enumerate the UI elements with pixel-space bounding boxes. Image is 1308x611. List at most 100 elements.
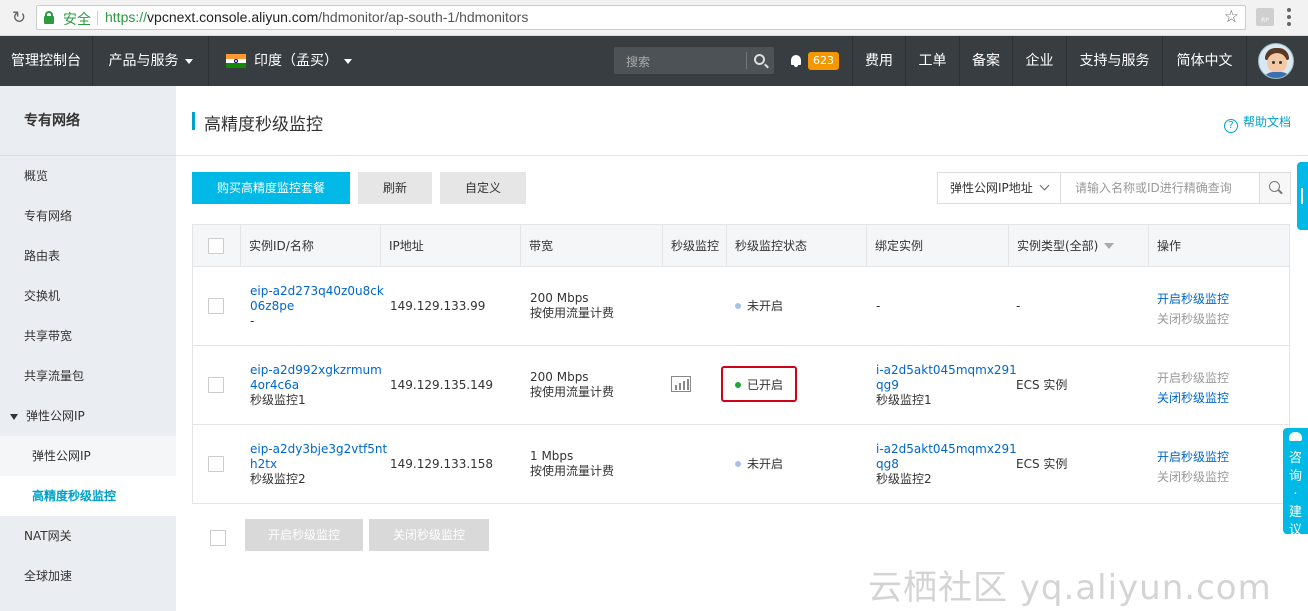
status-badge: 未开启 <box>735 457 783 472</box>
extension-icon[interactable]: RP <box>1256 8 1274 26</box>
sidebar-group-eip-label: 弹性公网IP <box>26 409 85 423</box>
customize-button[interactable]: 自定义 <box>440 172 526 204</box>
sidebar-item-eip[interactable]: 弹性公网IP <box>0 436 176 476</box>
notification-badge[interactable]: 623 <box>808 52 839 70</box>
india-flag-icon <box>226 54 246 68</box>
batch-select-checkbox[interactable] <box>210 530 226 546</box>
filter-search-input[interactable]: 请输入名称或ID进行精确查询 <box>1060 172 1260 204</box>
url-path: /hdmonitor/ap-south-1/hdmonitors <box>318 9 529 25</box>
bound-instance-link[interactable]: i-a2d5akt045mqmx291 qg8 <box>876 442 1017 472</box>
products-label: 产品与服务 <box>108 53 179 69</box>
status-text: 未开启 <box>747 457 784 471</box>
table-row: eip-a2d273q40z0u8ck 06z8pe - 149.129.133.… <box>193 267 1289 346</box>
nav-billing[interactable]: 费用 <box>852 36 906 86</box>
bell-icon[interactable] <box>790 55 802 67</box>
bound-instance: - <box>876 299 881 313</box>
search-icon <box>1269 181 1280 192</box>
actions-cell: 开启秒级监控 关闭秒级监控 <box>1157 368 1229 408</box>
header-select-cell <box>193 225 241 267</box>
disable-monitor-link: 关闭秒级监控 <box>1157 312 1230 326</box>
header-second-monitor: 秒级监控 <box>663 225 727 267</box>
bound-instance-line2: qg8 <box>876 457 899 471</box>
instance-id-cell: eip-a2d992xgkzrmum 4or4c6a 秒级监控1 <box>250 363 382 408</box>
bandwidth-cell: 1 Mbps 按使用流量计费 <box>530 449 614 479</box>
table-row: eip-a2d992xgkzrmum 4or4c6a 秒级监控1 149.129.… <box>193 346 1289 425</box>
instance-type: ECS 实例 <box>1016 378 1068 392</box>
instance-name: - <box>250 314 255 328</box>
header-instance-type-label: 实例类型(全部) <box>1017 239 1099 253</box>
monitor-table: 实例ID/名称 IP地址 带宽 秒级监控 秒级监控状态 绑定实例 实例类型(全部… <box>192 224 1290 504</box>
enable-monitor-link[interactable]: 开启秒级监控 <box>1157 447 1229 467</box>
bound-instance-line1: i-a2d5akt045mqmx291 <box>876 363 1017 377</box>
sidebar-item-overview[interactable]: 概览 <box>0 156 176 196</box>
console-home-link[interactable]: 管理控制台 <box>0 36 93 86</box>
status-badge: 未开启 <box>735 299 783 314</box>
address-bar[interactable]: 安全 https://vpcnext.console.aliyun.com/hd… <box>36 5 1246 30</box>
instance-id-link[interactable]: eip-a2d273q40z0u8ck 06z8pe <box>250 284 384 314</box>
instance-id-line2: 06z8pe <box>250 299 295 313</box>
help-docs-label: 帮助文档 <box>1243 115 1292 129</box>
nav-language[interactable]: 简体中文 <box>1163 36 1247 86</box>
reload-icon[interactable]: ↻ <box>8 7 30 29</box>
bandwidth-value: 200 Mbps <box>530 370 589 384</box>
title-accent-bar <box>192 112 195 130</box>
sidebar-item-shared-traffic[interactable]: 共享流量包 <box>0 356 176 396</box>
header-bandwidth: 带宽 <box>521 225 663 267</box>
bookmark-star-icon[interactable]: ☆ <box>1224 7 1239 27</box>
consult-char-4: 建 <box>1288 505 1302 520</box>
header-instance-type[interactable]: 实例类型(全部) <box>1009 225 1149 267</box>
sidebar-item-global-acceleration[interactable]: 全球加速 <box>0 556 176 596</box>
sidebar-item-route-table[interactable]: 路由表 <box>0 236 176 276</box>
bound-instance-link[interactable]: i-a2d5akt045mqmx291 qg9 <box>876 363 1017 393</box>
browser-menu-icon[interactable] <box>1287 8 1291 28</box>
buy-package-button[interactable]: 购买高精度监控套餐 <box>192 172 350 204</box>
instance-id-line1: eip-a2d992xgkzrmum <box>250 363 382 377</box>
url-host: vpcnext.console.aliyun.com <box>147 9 319 25</box>
row-checkbox[interactable] <box>208 456 224 472</box>
region-label: 印度（孟买） <box>254 53 338 69</box>
side-panel-toggle[interactable] <box>1297 162 1308 230</box>
ip-address: 149.129.133.158 <box>390 457 494 471</box>
consult-char-2: 询 <box>1288 469 1302 484</box>
instance-id-link[interactable]: eip-a2dy3bje3g2vtf5nt h2tx <box>250 442 387 472</box>
nav-enterprise[interactable]: 企业 <box>1013 36 1067 86</box>
nav-tickets[interactable]: 工单 <box>906 36 960 86</box>
batch-disable-button[interactable]: 关闭秒级监控 <box>369 519 489 551</box>
global-search-input[interactable]: 搜索 <box>614 47 774 74</box>
row-checkbox[interactable] <box>208 377 224 393</box>
disable-monitor-link[interactable]: 关闭秒级监控 <box>1157 388 1229 408</box>
nav-support[interactable]: 支持与服务 <box>1067 36 1163 86</box>
header-bound-instance: 绑定实例 <box>867 225 1009 267</box>
search-divider <box>746 52 747 69</box>
user-avatar[interactable] <box>1258 43 1294 79</box>
sidebar-item-vpc[interactable]: 专有网络 <box>0 196 176 236</box>
help-docs-link[interactable]: ? 帮助文档 <box>1224 113 1291 133</box>
filter-search-button[interactable] <box>1259 172 1291 204</box>
refresh-button[interactable]: 刷新 <box>358 172 432 204</box>
sidebar-item-nat[interactable]: NAT网关 <box>0 516 176 556</box>
sidebar-item-vswitch[interactable]: 交换机 <box>0 276 176 316</box>
sidebar-group-eip[interactable]: 弹性公网IP <box>0 396 176 436</box>
instance-id-cell: eip-a2d273q40z0u8ck 06z8pe - <box>250 284 384 329</box>
filter-funnel-icon[interactable] <box>1104 243 1115 249</box>
region-selector[interactable]: 印度（孟买） <box>209 36 369 86</box>
sidebar-item-hd-monitor[interactable]: 高精度秒级监控 <box>0 476 176 516</box>
filter-type-label: 弹性公网IP地址 <box>950 181 1033 195</box>
ip-address: 149.129.135.149 <box>390 378 494 392</box>
products-menu[interactable]: 产品与服务 <box>93 36 209 86</box>
url-text[interactable]: https://vpcnext.console.aliyun.com/hdmon… <box>105 9 528 25</box>
select-all-checkbox[interactable] <box>208 238 224 254</box>
batch-enable-button[interactable]: 开启秒级监控 <box>245 519 363 551</box>
enable-monitor-link[interactable]: 开启秒级监控 <box>1157 289 1229 309</box>
consult-feedback-tab[interactable]: 咨 询 · 建 议 <box>1283 428 1308 538</box>
chevron-down-icon <box>1039 180 1050 191</box>
bar-chart-icon[interactable] <box>671 376 691 392</box>
nav-icp[interactable]: 备案 <box>960 36 1013 86</box>
row-checkbox[interactable] <box>208 298 224 314</box>
status-text: 未开启 <box>747 299 784 313</box>
search-icon[interactable] <box>754 54 765 65</box>
sidebar-item-shared-bandwidth[interactable]: 共享带宽 <box>0 316 176 356</box>
instance-id-link[interactable]: eip-a2d992xgkzrmum 4or4c6a <box>250 363 382 393</box>
consult-char-3: · <box>1293 487 1298 502</box>
filter-type-select[interactable]: 弹性公网IP地址 <box>937 172 1061 204</box>
